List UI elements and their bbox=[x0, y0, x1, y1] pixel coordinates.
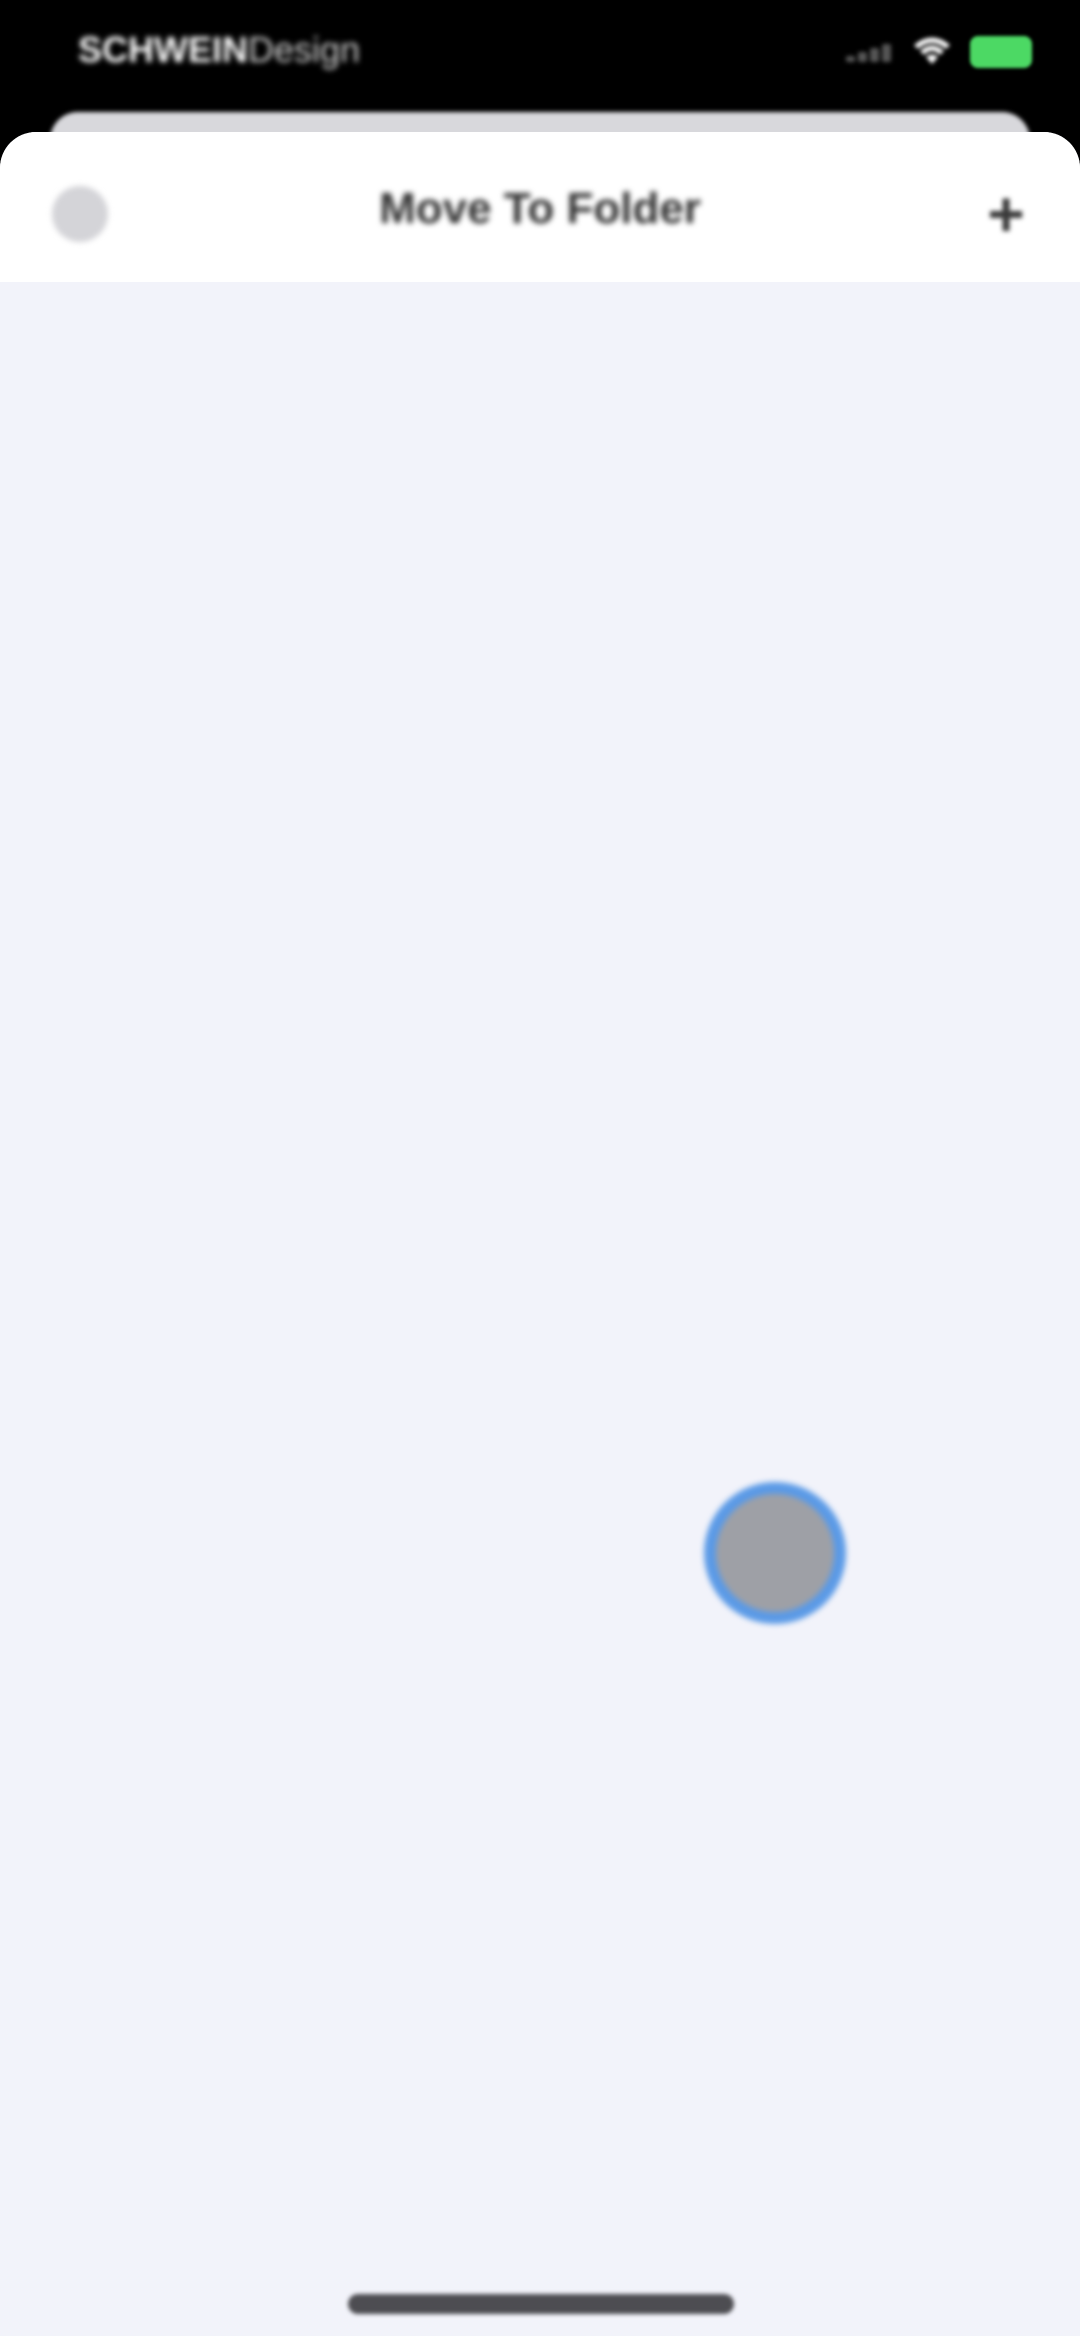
carrier-name-bold: SCHWEIN bbox=[78, 29, 248, 70]
move-to-folder-sheet: Move To Folder + bbox=[0, 132, 1080, 2336]
carrier-label: SCHWEIN Design bbox=[78, 28, 360, 72]
touch-indicator bbox=[716, 1494, 834, 1612]
screen: SCHWEIN Design Move To Folder + bbox=[0, 0, 1080, 2336]
navigation-bar: Move To Folder + bbox=[0, 132, 1080, 282]
page-title: Move To Folder bbox=[379, 184, 701, 233]
signal-icon bbox=[846, 42, 894, 62]
plus-icon[interactable]: + bbox=[968, 176, 1044, 252]
wifi-icon bbox=[914, 37, 950, 64]
carrier-name-light: Design bbox=[248, 29, 361, 70]
battery-icon bbox=[970, 36, 1032, 68]
status-bar: SCHWEIN Design bbox=[0, 0, 1080, 110]
home-indicator[interactable] bbox=[348, 2294, 734, 2314]
status-icons bbox=[846, 30, 1032, 74]
